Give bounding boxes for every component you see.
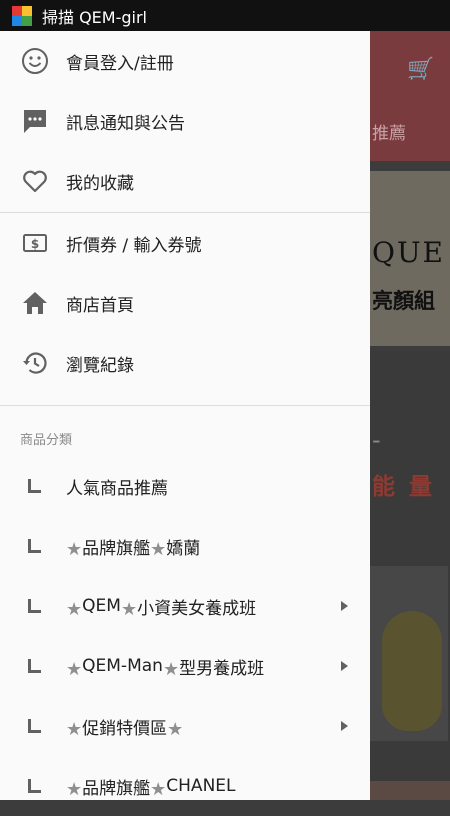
star-icon: ★ <box>150 778 167 800</box>
star-icon: ★ <box>120 598 138 620</box>
section-title: 商品分類 <box>20 433 73 448</box>
expand-arrow-icon[interactable] <box>341 661 348 671</box>
category-name: 促銷特價區 <box>82 718 168 739</box>
category-popular[interactable]: 人氣商品推薦 <box>0 456 370 516</box>
category-promotions[interactable]: ★ 促銷特價區 ★ <box>0 696 370 756</box>
category-tail: CHANEL <box>166 776 236 796</box>
menu-store-home[interactable]: 商店首頁 <box>0 273 370 333</box>
menu-coupons[interactable]: $ 折價券 / 輸入券號 <box>0 213 370 273</box>
banner-energy-text: 能 量 <box>372 474 436 500</box>
category-name: 品牌旗艦 <box>82 778 151 799</box>
menu-favorites[interactable]: 我的收藏 <box>0 151 370 211</box>
menu-label: 折價券 / 輸入券號 <box>66 235 202 256</box>
star-icon: ★ <box>167 718 184 740</box>
expand-arrow-icon[interactable] <box>341 721 348 731</box>
divider <box>0 405 370 406</box>
tree-branch-icon <box>28 539 41 553</box>
status-title: 掃描 QEM-girl <box>42 7 147 27</box>
bottom-strip <box>370 781 450 800</box>
app-icon <box>12 5 32 26</box>
category-qem-beauty[interactable]: ★ QEM ★ 小資美女養成班 <box>0 576 370 636</box>
category-name: 品牌旗艦 <box>82 538 151 559</box>
tree-branch-icon <box>28 779 41 793</box>
category-name: QEM <box>82 596 121 616</box>
smiley-face-icon <box>20 46 50 76</box>
star-icon: ★ <box>66 718 83 740</box>
menu-label: 瀏覽紀錄 <box>66 355 134 376</box>
star-icon: ★ <box>150 538 167 560</box>
expand-arrow-icon[interactable] <box>341 601 348 611</box>
svg-text:$: $ <box>31 237 39 251</box>
navigation-drawer: 會員登入/註冊 訊息通知與公告 我的收藏 $ 折價券 / 輸入券號 商店首頁 瀏… <box>0 31 370 800</box>
banner-dash: - <box>372 426 381 454</box>
category-tail: 型男養成班 <box>179 658 265 679</box>
history-icon <box>20 348 50 378</box>
category-label: ★ 促銷特價區 ★ <box>66 713 183 740</box>
category-label: ★ 品牌旗艦 ★ 嬌蘭 <box>66 533 200 560</box>
category-tail: 嬌蘭 <box>166 538 201 559</box>
tree-branch-icon <box>28 479 41 493</box>
chat-bubble-icon <box>20 106 50 136</box>
star-icon: ★ <box>66 598 83 620</box>
tree-branch-icon <box>28 599 41 613</box>
category-label: ★ QEM ★ 小資美女養成班 <box>66 593 256 620</box>
category-name: QEM-Man <box>82 656 163 676</box>
background-app: 🛒 推薦 QUE 亮顏組 - 能 量 <box>370 31 450 800</box>
home-icon <box>20 288 50 318</box>
star-icon: ★ <box>162 658 180 680</box>
tab-recommend: 推薦 <box>372 124 406 144</box>
menu-label: 商店首頁 <box>66 295 134 316</box>
menu-label: 會員登入/註冊 <box>66 53 174 74</box>
category-label: 人氣商品推薦 <box>66 474 168 499</box>
menu-label: 我的收藏 <box>66 173 134 194</box>
category-brand-chanel[interactable]: ★ 品牌旗艦 ★ CHANEL <box>0 756 370 816</box>
star-icon: ★ <box>66 658 83 680</box>
menu-label: 訊息通知與公告 <box>66 113 185 134</box>
menu-history[interactable]: 瀏覽紀錄 <box>0 333 370 393</box>
tree-branch-icon <box>28 719 41 733</box>
menu-member-login[interactable]: 會員登入/註冊 <box>0 31 370 91</box>
star-icon: ★ <box>66 538 83 560</box>
cart-icon: 🛒 <box>407 57 435 82</box>
menu-notifications[interactable]: 訊息通知與公告 <box>0 91 370 151</box>
status-bar: 掃描 QEM-girl <box>0 0 450 31</box>
coupon-icon: $ <box>20 228 50 258</box>
tree-branch-icon <box>28 659 41 673</box>
star-icon: ★ <box>66 778 83 800</box>
category-tail: 小資美女養成班 <box>137 598 257 619</box>
product-image <box>370 566 448 741</box>
banner-product-text: 亮顏組 <box>372 289 435 313</box>
category-label: ★ QEM-Man ★ 型男養成班 <box>66 653 264 680</box>
category-brand-guerlain[interactable]: ★ 品牌旗艦 ★ 嬌蘭 <box>0 516 370 576</box>
heart-outline-icon <box>20 166 50 196</box>
category-qem-man[interactable]: ★ QEM-Man ★ 型男養成班 <box>0 636 370 696</box>
banner-brand-text: QUE <box>372 236 445 269</box>
category-name: 人氣商品推薦 <box>66 478 168 499</box>
category-label: ★ 品牌旗艦 ★ CHANEL <box>66 773 236 800</box>
